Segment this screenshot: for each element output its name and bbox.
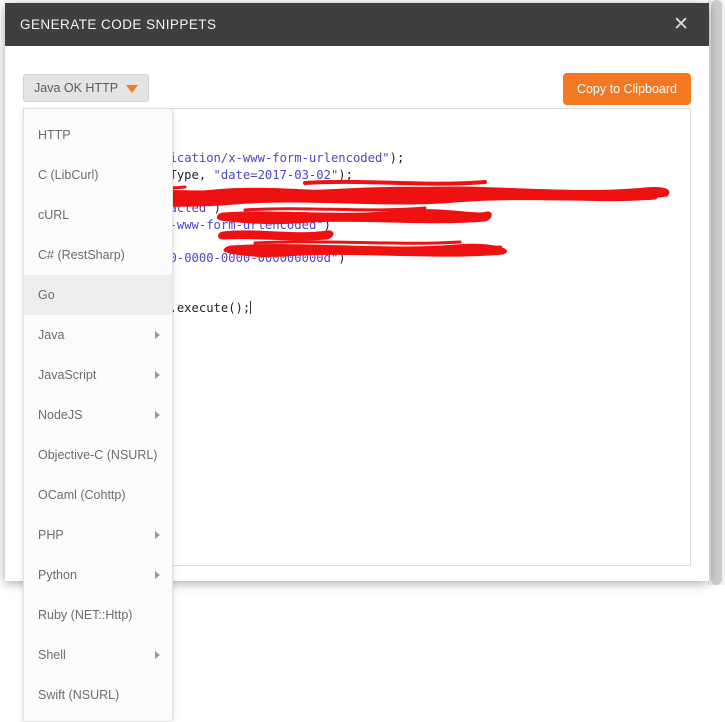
chevron-right-icon xyxy=(155,531,160,539)
chevron-right-icon xyxy=(155,651,160,659)
chevron-down-icon xyxy=(126,85,139,93)
code-token: ); xyxy=(389,151,405,166)
page-scrollbar-thumb[interactable] xyxy=(711,0,722,585)
code-token: ) xyxy=(213,200,221,215)
menu-item-label: JavaScript xyxy=(38,368,97,382)
page-scrollbar[interactable] xyxy=(708,0,725,585)
copy-to-clipboard-button[interactable]: Copy to Clipboard xyxy=(562,73,691,105)
menu-item-c-restsharp[interactable]: C# (RestSharp) xyxy=(24,235,172,275)
menu-item-http[interactable]: HTTP xyxy=(24,115,172,155)
menu-item-label: cURL xyxy=(38,208,70,222)
code-token: ) xyxy=(323,217,331,232)
code-token: ); xyxy=(338,167,353,182)
menu-item-label: Objective-C (NSURL) xyxy=(38,448,158,462)
menu-item-label: Ruby (NET::Http) xyxy=(38,608,133,622)
code-token: ) xyxy=(338,250,346,265)
page-root: GENERATE CODE SNIPPETS ✕ Java OK HTTP Co… xyxy=(0,0,725,722)
code-token: "date=2017-03-02" xyxy=(213,167,339,182)
chevron-right-icon xyxy=(155,571,160,579)
menu-item-label: HTTP xyxy=(38,128,71,142)
chevron-right-icon xyxy=(155,411,160,419)
menu-item-label: PHP xyxy=(38,528,64,542)
page-title: GENERATE CODE SNIPPETS xyxy=(20,17,217,32)
menu-item-c-libcurl[interactable]: C (LibCurl) xyxy=(24,155,172,195)
menu-item-label: Swift (NSURL) xyxy=(38,688,120,702)
generate-code-snippets-modal: GENERATE CODE SNIPPETS ✕ Java OK HTTP Co… xyxy=(5,3,709,722)
menu-item-ocaml-cohttp[interactable]: OCaml (Cohttp) xyxy=(24,475,172,515)
menu-item-go[interactable]: Go xyxy=(24,275,172,315)
menu-item-label: NodeJS xyxy=(38,408,83,422)
menu-item-curl[interactable]: cURL xyxy=(24,195,172,235)
language-select-button[interactable]: Java OK HTTP xyxy=(23,74,150,102)
language-select-label: Java OK HTTP xyxy=(34,81,119,95)
text-caret xyxy=(250,300,252,314)
menu-item-nodejs[interactable]: NodeJS xyxy=(24,395,172,435)
menu-item-label: Go xyxy=(38,288,55,302)
menu-item-shell[interactable]: Shell xyxy=(24,635,172,675)
menu-item-objective-c-nsurl[interactable]: Objective-C (NSURL) xyxy=(24,435,172,475)
close-icon[interactable]: ✕ xyxy=(667,13,695,36)
menu-item-python[interactable]: Python xyxy=(24,555,172,595)
menu-item-label: C (LibCurl) xyxy=(38,168,99,182)
menu-item-label: C# (RestSharp) xyxy=(38,248,125,262)
modal-header: GENERATE CODE SNIPPETS ✕ xyxy=(5,3,709,46)
menu-item-swift-nsurl[interactable]: Swift (NSURL) xyxy=(24,675,172,715)
menu-item-label: OCaml (Cohttp) xyxy=(38,488,126,502)
menu-item-ruby-net-http[interactable]: Ruby (NET::Http) xyxy=(24,595,172,635)
menu-item-java[interactable]: Java xyxy=(24,315,172,355)
menu-item-label: Shell xyxy=(38,648,66,662)
chevron-right-icon xyxy=(155,331,160,339)
modal-body: Java OK HTTP Copy to Clipboard OkHttpCli… xyxy=(5,46,709,722)
menu-item-label: Python xyxy=(38,568,77,582)
chevron-right-icon xyxy=(155,371,160,379)
language-dropdown-menu[interactable]: HTTP C (LibCurl) cURL C# (RestSharp) Go Java J… xyxy=(23,108,173,722)
menu-item-javascript[interactable]: JavaScript xyxy=(24,355,172,395)
menu-item-php[interactable]: PHP xyxy=(24,515,172,555)
menu-item-label: Java xyxy=(38,328,65,342)
